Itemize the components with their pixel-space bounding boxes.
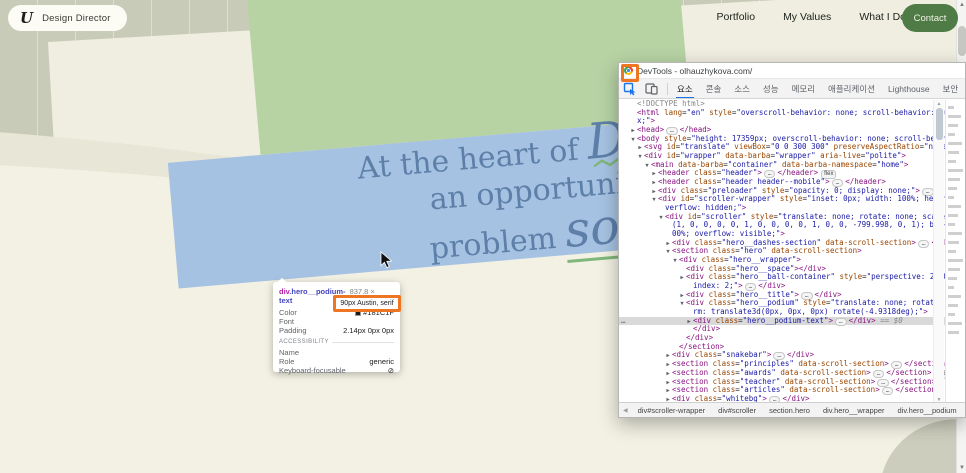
nav-item-2[interactable]: What I Do: [859, 11, 906, 23]
breadcrumb-item-0[interactable]: div#scroller-wrapper: [635, 405, 709, 416]
tabbar-separator: [667, 83, 668, 95]
devtools-tab-6[interactable]: Lighthouse: [887, 79, 931, 99]
inspect-element-icon[interactable]: [623, 82, 637, 96]
tooltip-a11y-row: Keyboard-focusable⊘: [279, 366, 394, 375]
devtools-window: DevTools - olhauzhykova.com/ 요소 콘솔 소스 성능 메모리…: [618, 62, 966, 418]
breadcrumb-list: div#scroller-wrapper div#scroller section.…: [635, 405, 965, 416]
nav-item-1[interactable]: My Values: [783, 11, 831, 23]
breadcrumb-item-4[interactable]: div.hero__podium: [895, 405, 960, 416]
breadcrumb-left-icon[interactable]: ◀: [623, 407, 628, 414]
elements-tree[interactable]: <!DOCTYPE html><html lang="en" style="ov…: [619, 100, 946, 404]
devtools-tab-3[interactable]: 성능: [762, 79, 780, 99]
devtools-tabs: 요소콘솔소스성능메모리애플리케이션Lighthouse보안녹음기 ▲네트워크: [676, 79, 965, 99]
elements-tree-row[interactable]: x;">: [619, 117, 946, 126]
devtools-tab-5[interactable]: 애플리케이션: [827, 79, 876, 99]
devtools-tab-7[interactable]: 보안: [942, 79, 960, 99]
elements-scroll-up-icon[interactable]: ▲: [934, 101, 944, 107]
tooltip-a11y-row: Name: [279, 348, 394, 357]
site-logo[interactable]: U Design Director: [8, 5, 127, 31]
elements-tree-row[interactable]: </div>: [619, 334, 946, 343]
logo-label: Design Director: [42, 13, 110, 24]
font-annotation-highlight: 90px Austin, serif: [333, 295, 401, 312]
styles-pane-sliver: [945, 100, 965, 404]
breadcrumb-item-2[interactable]: section.hero: [766, 405, 813, 416]
devtools-breadcrumbs: ◀ div#scroller-wrapper div#scroller sectio…: [619, 402, 965, 417]
elements-tree-row[interactable]: </div>: [619, 325, 946, 334]
scroll-up-icon[interactable]: ▲: [957, 2, 966, 8]
breadcrumb-item-3[interactable]: div.hero__wrapper: [820, 405, 888, 416]
elements-scrollbar-thumb[interactable]: [936, 108, 943, 140]
tooltip-a11y-rows: NameRolegenericKeyboard-focusable⊘: [279, 348, 394, 375]
elements-scrollbar[interactable]: ▲ ▼: [933, 100, 944, 404]
tooltip-a11y-row: Rolegeneric: [279, 357, 394, 366]
inspect-annotation-highlight: [621, 79, 639, 82]
nav-item-0[interactable]: Portfolio: [717, 11, 756, 23]
tooltip-selector-tag: div: [279, 287, 289, 296]
scroll-down-icon[interactable]: ▼: [957, 465, 966, 471]
tooltip-padding-row: Padding 2.14px 0px 0px: [279, 326, 394, 335]
elements-tree-row[interactable]: </section>: [619, 343, 946, 352]
page: At the heart of Design an opportunity to…: [0, 0, 966, 473]
scrollbar-thumb[interactable]: [958, 26, 966, 56]
devtools-tab-1[interactable]: 콘솔: [705, 79, 723, 99]
tooltip-font-row: Font: [279, 317, 394, 326]
devtools-tabbar: 요소콘솔소스성능메모리애플리케이션Lighthouse보안녹음기 ▲네트워크: [619, 79, 965, 99]
device-toolbar-icon[interactable]: [645, 82, 659, 96]
devtools-tab-2[interactable]: 소스: [733, 79, 751, 99]
contact-button[interactable]: Contact: [902, 4, 958, 32]
tooltip-accessibility-section: ACCESSIBILITY: [279, 339, 394, 345]
devtools-title: DevTools - olhauzhykova.com/: [637, 66, 752, 76]
devtools-tab-0[interactable]: 요소: [676, 79, 694, 99]
elements-tree-row[interactable]: <html lang="en" style="overscroll-behavi…: [619, 109, 946, 118]
logo-u-icon: U: [20, 9, 33, 27]
devtools-titlebar[interactable]: DevTools - olhauzhykova.com/: [619, 63, 965, 79]
mouse-cursor-icon: [380, 251, 394, 269]
main-nav: Portfolio My Values What I Do: [717, 11, 906, 23]
elements-tree-row-selected[interactable]: …▶<div class="hero__podium-text">…</div>…: [619, 317, 946, 326]
breadcrumb-item-1[interactable]: div#scroller: [715, 405, 759, 416]
inspect-tooltip: div.hero__podium-text 837.8 × 541.19 Col…: [273, 282, 400, 372]
devtools-tab-4[interactable]: 메모리: [791, 79, 816, 99]
